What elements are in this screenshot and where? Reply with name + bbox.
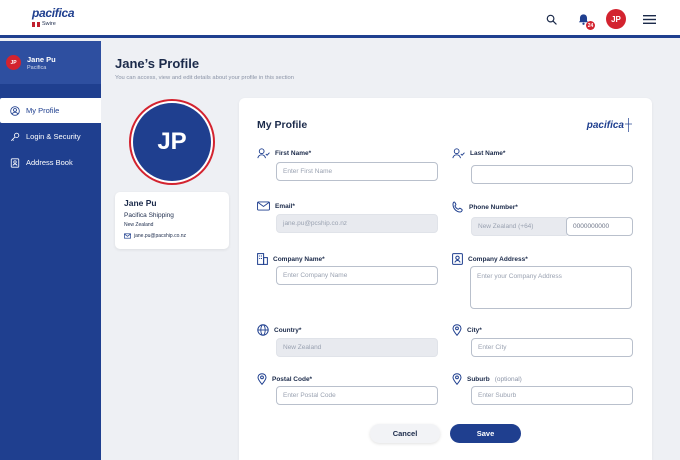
notification-badge: 24 <box>586 21 595 30</box>
save-button[interactable]: Save <box>450 424 521 443</box>
first-name-label-text: First Name* <box>275 150 312 157</box>
form-title: My Profile <box>257 119 308 131</box>
profile-company: Pacifica Shipping <box>124 212 174 219</box>
map-pin-icon <box>452 373 462 385</box>
address-card-icon <box>452 253 463 265</box>
last-name-input[interactable] <box>471 165 633 184</box>
profile-form-card: My Profile pacifica First Name* Enter Fi… <box>239 98 652 460</box>
phone-number-input[interactable]: 0000000000 <box>566 217 633 236</box>
globe-icon <box>257 324 269 336</box>
page-subtitle: You can access, view and edit details ab… <box>115 75 294 81</box>
profile-avatar[interactable]: JP <box>133 103 211 181</box>
first-name-input[interactable]: Enter First Name <box>276 162 438 181</box>
flag-icon <box>32 21 40 27</box>
city-label-text: City* <box>467 326 482 334</box>
sidebar-item-address-book[interactable]: Address Book <box>0 150 101 175</box>
phone-label-text: Phone Number* <box>469 203 518 211</box>
top-bar: pacifica Swire 24 JP <box>0 0 680 38</box>
company-address-input[interactable]: Enter your Company Address <box>470 266 632 309</box>
profile-country: New Zealand <box>124 222 154 228</box>
bell-icon[interactable]: 24 <box>574 10 595 30</box>
brand-sub-label: Swire <box>42 21 56 27</box>
sidebar-item-label: Login & Security <box>26 132 81 141</box>
sidebar: JP Jane Pu Pacifica My Profile Login & S… <box>0 41 101 460</box>
suburb-optional-text: (optional) <box>494 375 522 383</box>
cancel-button[interactable]: Cancel <box>370 424 440 443</box>
profile-name: Jane Pu <box>124 198 157 208</box>
avatar[interactable]: JP <box>606 9 626 29</box>
sidebar-avatar: JP <box>6 55 21 70</box>
sidebar-item-my-profile[interactable]: My Profile <box>0 98 101 123</box>
card-brand-logo: pacifica <box>587 118 632 132</box>
building-icon <box>257 253 268 265</box>
brand-name: pacifica <box>32 6 75 20</box>
postal-code-label: Postal Code* <box>257 373 312 385</box>
first-name-label: First Name* <box>257 148 311 159</box>
last-name-label: Last Name* <box>452 148 505 159</box>
city-input[interactable]: Enter City <box>471 338 633 357</box>
city-label: City* <box>452 324 482 336</box>
map-pin-icon <box>257 373 267 385</box>
profile-email: jane.pu@pacship.co.nz <box>134 233 187 239</box>
sidebar-item-login-security[interactable]: Login & Security <box>0 124 101 149</box>
sidebar-user-name: Jane Pu <box>27 54 56 64</box>
company-address-label: Company Address* <box>452 253 528 265</box>
page-title: Jane’s Profile <box>115 56 200 71</box>
email-label: Email* <box>257 201 295 211</box>
suburb-input[interactable]: Enter Suburb <box>471 386 633 405</box>
phone-country-select[interactable]: New Zealand (+64) <box>471 217 569 236</box>
country-label: Country* <box>257 324 301 336</box>
profile-avatar-ring: JP <box>129 99 215 185</box>
profile-summary-card: Jane Pu Pacifica Shipping New Zealand ja… <box>115 192 229 249</box>
company-name-label: Company Name* <box>257 253 325 265</box>
brand-logo[interactable]: pacifica Swire <box>32 6 75 27</box>
suburb-label-text: Suburb <box>467 375 490 383</box>
sidebar-user[interactable]: JP Jane Pu Pacifica <box>0 41 101 84</box>
company-name-input[interactable]: Enter Company Name <box>276 266 438 285</box>
mail-icon <box>257 201 270 211</box>
user-check-icon <box>257 148 270 159</box>
user-check-icon <box>452 148 465 159</box>
sidebar-item-label: Address Book <box>26 158 73 167</box>
user-circle-icon <box>10 105 20 116</box>
star-mark-icon <box>625 118 632 132</box>
phone-label: Phone Number* <box>452 201 518 213</box>
profile-email-row: jane.pu@pacship.co.nz <box>124 233 220 239</box>
sidebar-item-label: My Profile <box>26 106 60 115</box>
company-address-label-text: Company Address* <box>468 255 528 263</box>
mail-icon <box>124 233 131 239</box>
email-field[interactable]: jane.pu@pcship.co.nz <box>276 214 438 233</box>
contact-book-icon <box>10 157 20 168</box>
company-name-label-text: Company Name* <box>273 255 325 263</box>
last-name-label-text: Last Name* <box>470 150 506 157</box>
card-brand-name: pacifica <box>586 119 624 131</box>
postal-code-label-text: Postal Code* <box>272 375 313 383</box>
phone-icon <box>452 201 463 213</box>
sidebar-user-company: Pacifica <box>27 64 47 71</box>
brand-sub: Swire <box>32 21 74 27</box>
top-actions: 24 JP <box>542 9 658 30</box>
sidebar-menu: My Profile Login & Security Address Book <box>0 98 101 175</box>
key-icon <box>10 132 20 141</box>
country-label-text: Country* <box>274 326 302 334</box>
postal-code-input[interactable]: Enter Postal Code <box>276 386 438 405</box>
map-pin-icon <box>452 324 462 336</box>
suburb-label: Suburb (optional) <box>452 373 522 385</box>
search-icon[interactable] <box>542 10 560 28</box>
menu-icon[interactable] <box>640 10 658 28</box>
country-select[interactable]: New Zealand <box>276 338 438 357</box>
email-label-text: Email* <box>275 202 295 210</box>
